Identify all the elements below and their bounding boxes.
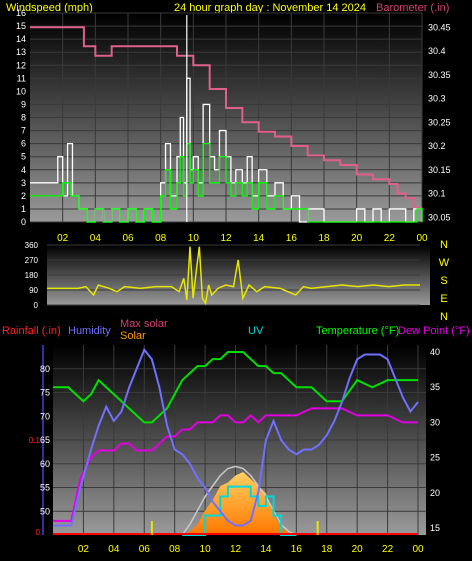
y-tick-label: 270	[25, 256, 39, 265]
rain-y-axis: 0.10	[29, 436, 41, 537]
barometer-y-axis: 30.05 30.1 30.15 30.2 30.25 30.3 30.35 30.4 30.4…	[428, 22, 451, 222]
compass-label: E	[440, 293, 447, 305]
compass-label: S	[440, 275, 447, 287]
y-tick-label: 9	[21, 99, 26, 109]
humidity-tick-label: 55	[40, 483, 50, 493]
y-tick-label: 16	[16, 8, 26, 18]
header-barometer: Barometer (.in)	[376, 2, 449, 14]
x-tick-label: 06	[122, 233, 134, 244]
x-tick-label: 18	[321, 544, 333, 555]
y-tick-label: 14	[16, 34, 26, 44]
x-tick-label: 02	[78, 544, 90, 555]
y-tick-label: 180	[25, 271, 39, 280]
humidity-tick-label: 75	[40, 388, 50, 398]
y2-tick-label: 30.2	[428, 141, 446, 151]
y-tick-label: 2	[21, 191, 26, 201]
compass-label: N	[440, 239, 448, 251]
x-tick-label: 12	[230, 544, 242, 555]
y-tick-label: 7	[21, 126, 26, 136]
x-tick-label: 04	[90, 233, 102, 244]
y2-tick-label: 30.25	[428, 117, 451, 127]
y-tick-label: 3	[21, 178, 26, 188]
x-tick-label: 00	[412, 544, 424, 555]
y2-tick-label: 30.15	[428, 165, 451, 175]
humidity-tick-label: 60	[40, 459, 50, 469]
rain-tick-label: 0	[36, 528, 41, 537]
compass-label: W	[439, 257, 450, 269]
compass-label: N	[440, 311, 448, 323]
temp-tick-label: 15	[430, 523, 440, 533]
temperature-y-axis: 15 20 25 30 35 40	[430, 347, 440, 533]
wind-y-axis: 012345678910111213141516	[16, 8, 26, 227]
y-tick-label: 360	[25, 241, 39, 250]
header-rainfall: Rainfall (.in)	[2, 325, 61, 337]
y-tick-label: 90	[29, 286, 38, 295]
weather-graph: Windspeed (mph) 24 hour graph day : Nove…	[2, 2, 470, 555]
y-tick-label: 6	[21, 139, 26, 149]
x-tick-label: 02	[57, 233, 69, 244]
x-tick-label: 10	[188, 233, 200, 244]
x-tick-label: 22	[384, 233, 396, 244]
x-tick-label: 14	[260, 544, 272, 555]
y2-tick-label: 30.05	[428, 212, 451, 222]
x-tick-label: 08	[169, 544, 181, 555]
humidity-tick-label: 65	[40, 435, 50, 445]
x-tick-label: 12	[220, 233, 232, 244]
y-tick-label: 0	[34, 301, 39, 310]
temp-tick-label: 35	[430, 382, 440, 392]
header-uv: UV	[248, 325, 264, 337]
y-tick-label: 0	[21, 217, 26, 227]
y2-tick-label: 30.4	[428, 46, 446, 56]
x-tick-label: 18	[318, 233, 330, 244]
y-tick-label: 4	[21, 165, 26, 175]
y-tick-label: 15	[16, 21, 26, 31]
header-dewpoint: Dew Point (°F)	[398, 325, 470, 337]
temp-tick-label: 20	[430, 488, 440, 498]
x-tick-label: 22	[382, 544, 394, 555]
header-humidity: Humidity	[68, 325, 111, 337]
y-tick-label: 11	[17, 73, 26, 83]
hum-temp-x-axis: 02 04 06 08 10 12 14 16 18 20 22 00	[78, 544, 424, 555]
header-date: 24 hour graph day : November 14 2024	[174, 2, 366, 14]
x-tick-label: 10	[200, 544, 212, 555]
y-tick-label: 12	[16, 60, 26, 70]
y2-tick-label: 30.45	[428, 22, 451, 32]
compass-labels: NWSEN	[439, 239, 450, 323]
y2-tick-label: 30.3	[428, 94, 446, 104]
x-tick-label: 08	[155, 233, 167, 244]
header-temperature: Temperature (°F)	[316, 325, 399, 337]
x-tick-label: 00	[416, 233, 428, 244]
header-solar: Solar	[120, 330, 146, 342]
y2-tick-label: 30.35	[428, 70, 451, 80]
x-tick-label: 04	[108, 544, 120, 555]
x-tick-label: 16	[286, 233, 298, 244]
header-max-solar: Max solar	[120, 318, 168, 330]
y-tick-label: 5	[21, 152, 26, 162]
y-tick-label: 13	[16, 47, 26, 57]
x-tick-label: 06	[139, 544, 151, 555]
humidity-tick-label: 70	[40, 411, 50, 421]
x-tick-label: 14	[253, 233, 265, 244]
temp-tick-label: 30	[430, 417, 440, 427]
y2-tick-label: 30.1	[428, 189, 446, 199]
y-tick-label: 1	[21, 204, 26, 214]
x-tick-label: 16	[291, 544, 303, 555]
x-tick-label: 20	[351, 233, 363, 244]
x-tick-label: 20	[352, 544, 364, 555]
humidity-tick-label: 50	[40, 506, 50, 516]
humidity-tick-label: 80	[40, 364, 50, 374]
direction-y-axis: 0 90 180 270 360	[25, 241, 39, 310]
temp-tick-label: 25	[430, 453, 440, 463]
temp-tick-label: 40	[430, 347, 440, 357]
humidity-y-axis: 50 55 60 65 70 75 80	[40, 364, 50, 517]
y-tick-label: 8	[21, 113, 26, 123]
rain-tick-label: 0.1	[29, 436, 41, 445]
y-tick-label: 10	[16, 86, 26, 96]
wind-x-axis: 02 04 06 08 10 12 14 16 18 20 22 00	[57, 233, 428, 244]
